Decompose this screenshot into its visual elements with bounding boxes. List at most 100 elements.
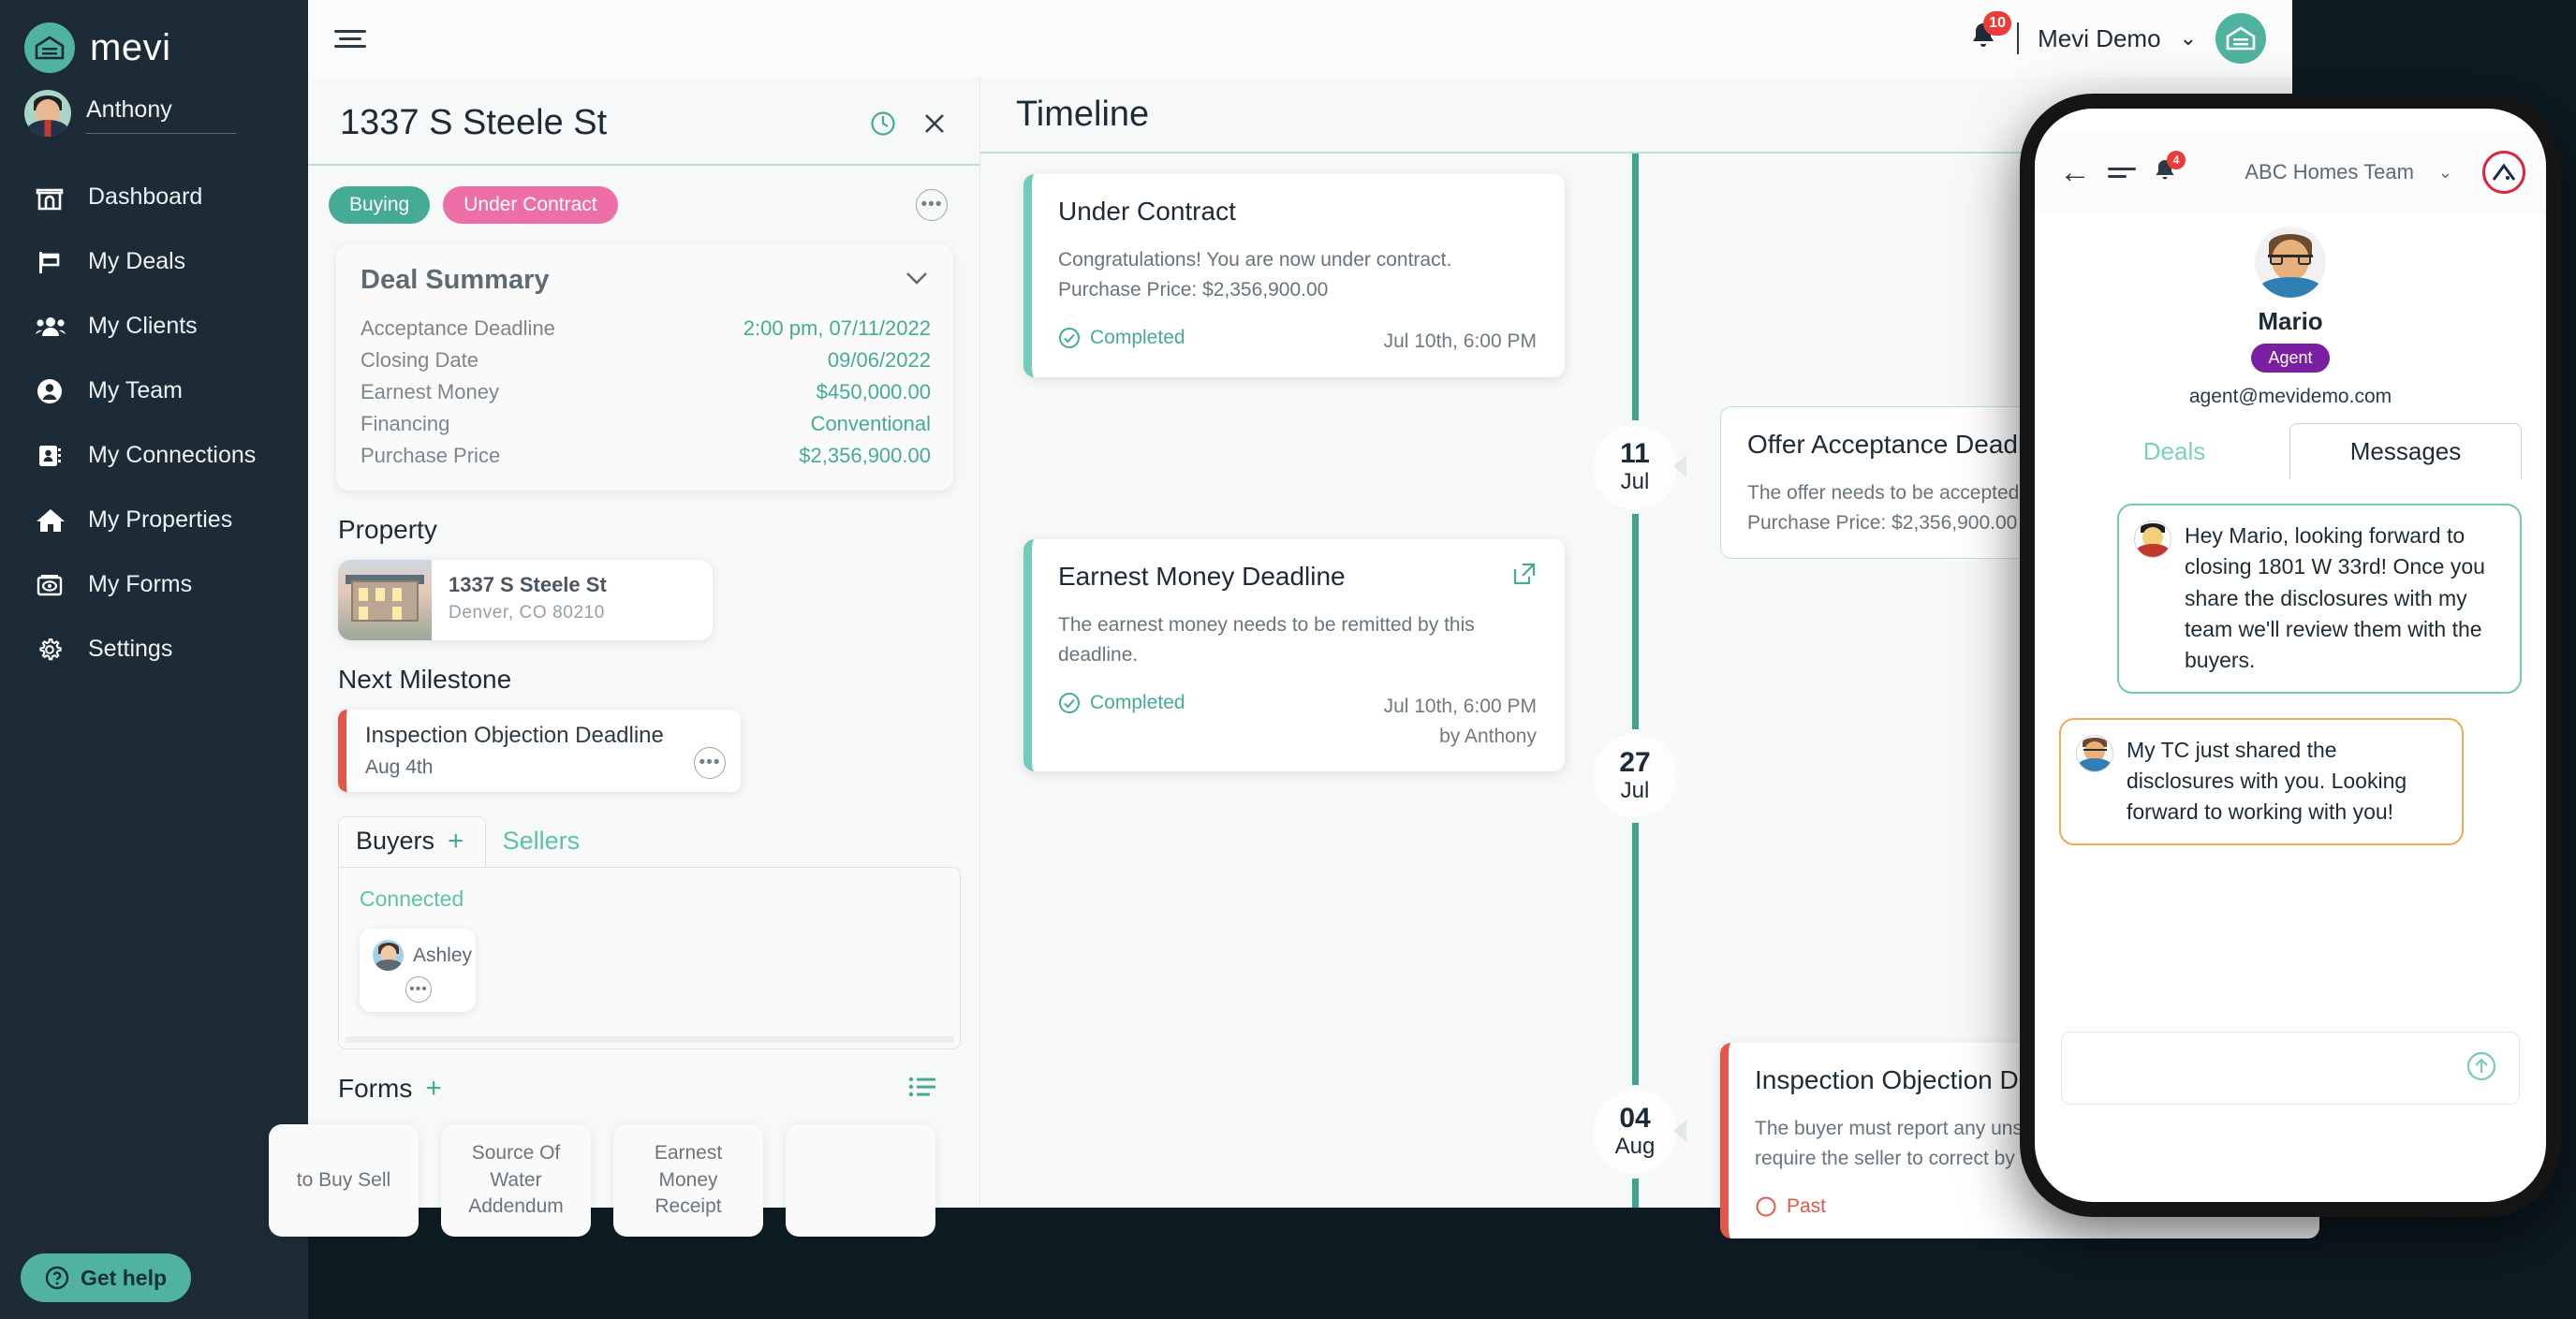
message-bubble-outgoing[interactable]: My TC just shared the disclosures with y… bbox=[2059, 717, 2464, 845]
chevron-down-icon[interactable]: ⌄ bbox=[2438, 163, 2452, 183]
status-badge: Under Contract bbox=[443, 186, 618, 224]
notification-badge: 4 bbox=[2167, 150, 2186, 169]
back-arrow-icon[interactable]: ← bbox=[2059, 156, 2091, 188]
tenant-name: Mevi Demo bbox=[2038, 23, 2161, 52]
sidebar-item-settings[interactable]: Settings bbox=[0, 617, 308, 681]
topbar: 10 Mevi Demo ⌄ bbox=[308, 0, 2292, 77]
sidebar-item-my-deals[interactable]: My Deals bbox=[0, 229, 308, 294]
sidebar-item-my-properties[interactable]: My Properties bbox=[0, 488, 308, 552]
tab-label: Sellers bbox=[502, 827, 581, 855]
status-label: Completed bbox=[1090, 692, 1185, 713]
hamburger-icon[interactable] bbox=[2108, 163, 2136, 183]
timeline-date-node: 11 Jul bbox=[1593, 425, 1677, 509]
summary-row: Financing Conventional bbox=[361, 408, 931, 440]
timeline-event-card[interactable]: Under Contract Congratulations! You are … bbox=[1023, 174, 1565, 377]
property-card[interactable]: 1337 S Steele St Denver, CO 80210 bbox=[338, 560, 713, 640]
more-dots-icon[interactable]: ••• bbox=[694, 747, 726, 779]
message-bubble-incoming[interactable]: Hey Mario, looking forward to closing 18… bbox=[2117, 504, 2522, 694]
house-logo-icon bbox=[24, 22, 75, 73]
sidebar-item-label: My Connections bbox=[88, 442, 257, 468]
timeline-event-card[interactable]: Earnest Money Deadline The earnest money… bbox=[1023, 539, 1565, 771]
user-profile[interactable]: Anthony bbox=[0, 73, 308, 137]
sidebar-item-my-forms[interactable]: My Forms bbox=[0, 552, 308, 617]
event-desc-line: Purchase Price: $2,356,900.00 bbox=[1058, 278, 1329, 300]
house-logo-icon[interactable] bbox=[2482, 151, 2525, 194]
divider bbox=[86, 133, 236, 134]
gear-icon bbox=[36, 636, 88, 664]
phone-mockup: ← 4 ABC Homes Team ⌄ Mario Agent agent@m… bbox=[2020, 94, 2561, 1217]
avatar bbox=[24, 90, 71, 137]
sidebar-item-my-connections[interactable]: My Connections bbox=[0, 423, 308, 488]
brand-name: mevi bbox=[90, 26, 171, 68]
notifications-button[interactable]: 10 bbox=[1968, 10, 2012, 57]
more-dots-icon[interactable]: ••• bbox=[916, 189, 948, 221]
list-item[interactable]: Ashley ••• bbox=[360, 929, 476, 1012]
sidebar-item-label: My Team bbox=[88, 377, 183, 403]
event-title: Earnest Money Deadline bbox=[1058, 562, 1346, 591]
house-photo bbox=[338, 560, 432, 640]
chevron-down-icon[interactable]: ⌄ bbox=[2180, 26, 2197, 51]
forms-strip[interactable]: to Buy Sell Source Of Water Addendum Ear… bbox=[269, 1104, 979, 1237]
avatar-man-glasses bbox=[2076, 734, 2113, 772]
timeline-date-node: 27 Jul bbox=[1593, 734, 1677, 818]
phone-profile: Mario Agent agent@mevidemo.com bbox=[2035, 213, 2546, 408]
sidebar-item-my-clients[interactable]: My Clients bbox=[0, 294, 308, 359]
message-input[interactable] bbox=[2061, 1032, 2520, 1105]
form-card[interactable]: Earnest Money Receipt bbox=[613, 1124, 763, 1237]
parties-body: Connected Ashley ••• bbox=[338, 867, 961, 1049]
brand[interactable]: mevi bbox=[0, 0, 308, 73]
get-help-label: Get help bbox=[81, 1265, 168, 1290]
phone-tabs: Deals Messages bbox=[2035, 423, 2546, 479]
summary-label: Earnest Money bbox=[361, 380, 499, 403]
forms-header: Forms + bbox=[308, 1049, 979, 1104]
summary-row: Closing Date 09/06/2022 bbox=[361, 344, 931, 376]
tab-label: Buyers bbox=[356, 827, 435, 855]
summary-row: Acceptance Deadline 2:00 pm, 07/11/2022 bbox=[361, 313, 931, 344]
notifications-button[interactable]: 4 bbox=[2153, 150, 2186, 188]
refresh-icon[interactable] bbox=[869, 110, 897, 138]
check-circle-icon bbox=[1059, 328, 1080, 348]
summary-value: Conventional bbox=[810, 412, 931, 435]
plus-icon[interactable]: + bbox=[425, 1075, 442, 1103]
tab-deals[interactable]: Deals bbox=[2059, 424, 2289, 479]
parties-section: Buyers + Sellers Connected Ashley ••• bbox=[338, 816, 961, 1049]
tab-messages[interactable]: Messages bbox=[2289, 423, 2522, 479]
timeline-date-node: 04 Aug bbox=[1593, 1090, 1677, 1174]
form-card[interactable] bbox=[786, 1124, 935, 1237]
house-logo-icon[interactable] bbox=[2215, 13, 2266, 64]
phone-topbar: ← 4 ABC Homes Team ⌄ bbox=[2035, 131, 2546, 213]
list-view-icon[interactable] bbox=[908, 1076, 936, 1103]
deal-header: 1337 S Steele St bbox=[308, 77, 979, 166]
chevron-down-icon[interactable] bbox=[903, 269, 931, 292]
tab-buyers[interactable]: Buyers + bbox=[338, 816, 486, 867]
summary-label: Acceptance Deadline bbox=[361, 316, 555, 340]
sidebar-item-dashboard[interactable]: Dashboard bbox=[0, 165, 308, 229]
event-title: Offer Acceptance Deadline bbox=[1747, 430, 2059, 459]
more-dots-icon[interactable]: ••• bbox=[405, 976, 432, 1003]
contact-card-icon bbox=[36, 443, 88, 469]
status-label: Completed bbox=[1090, 327, 1185, 348]
property-address: 1337 S Steele St bbox=[449, 573, 607, 596]
summary-label: Financing bbox=[361, 412, 450, 435]
timeline-pointer bbox=[1673, 455, 1686, 477]
node-day: 11 bbox=[1620, 438, 1650, 470]
summary-label: Closing Date bbox=[361, 348, 478, 372]
form-card[interactable]: Source Of Water Addendum bbox=[441, 1124, 591, 1237]
hamburger-icon[interactable] bbox=[334, 25, 366, 52]
tab-sellers[interactable]: Sellers bbox=[486, 817, 601, 867]
close-icon[interactable] bbox=[921, 110, 948, 137]
avatar-man-red bbox=[2134, 520, 2171, 558]
scrollbar[interactable] bbox=[345, 1036, 954, 1043]
event-title: Under Contract bbox=[1058, 197, 1236, 226]
next-milestone-card[interactable]: Inspection Objection Deadline Aug 4th ••… bbox=[338, 710, 741, 792]
deal-summary-title: Deal Summary bbox=[361, 265, 550, 295]
check-circle-icon bbox=[1059, 693, 1080, 713]
message-list: Hey Mario, looking forward to closing 18… bbox=[2035, 479, 2546, 845]
form-card[interactable]: to Buy Sell bbox=[269, 1124, 419, 1237]
external-link-icon[interactable] bbox=[1512, 562, 1537, 591]
get-help-button[interactable]: Get help bbox=[21, 1253, 192, 1302]
status-label: Past bbox=[1787, 1195, 1827, 1217]
plus-icon[interactable]: + bbox=[448, 827, 464, 856]
send-arrow-icon[interactable] bbox=[2465, 1049, 2498, 1088]
sidebar-item-my-team[interactable]: My Team bbox=[0, 359, 308, 423]
